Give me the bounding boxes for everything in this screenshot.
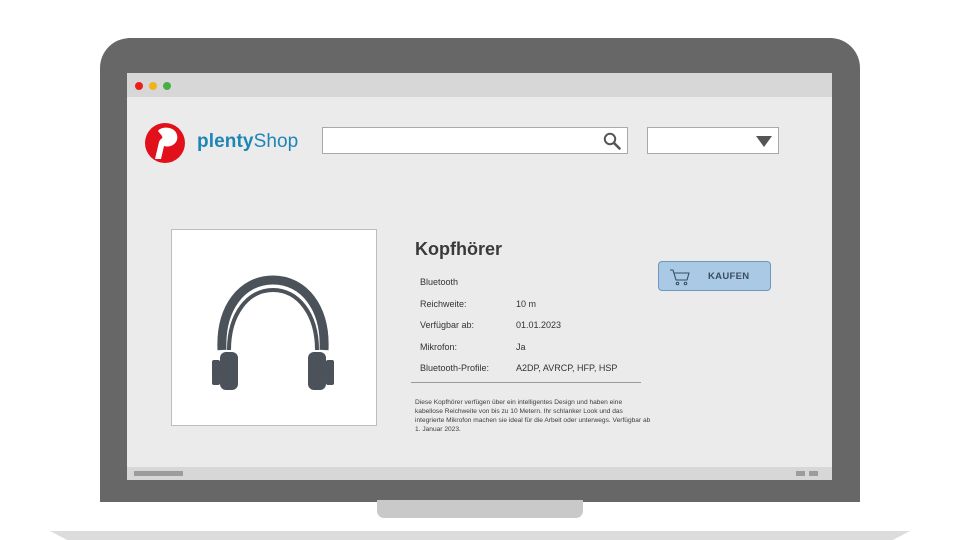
close-window-button[interactable] xyxy=(135,82,143,90)
spec-row: Reichweite: 10 m xyxy=(420,294,650,316)
spec-label: Mikrofon: xyxy=(420,341,458,352)
status-bar xyxy=(127,467,832,480)
status-bar-button[interactable] xyxy=(809,471,818,476)
buy-button-label: KAUFEN xyxy=(708,271,750,282)
laptop-hinge xyxy=(377,500,583,518)
spec-label: Bluetooth-Profile: xyxy=(420,363,490,373)
product-description: Diese Kopfhörer verfügen über ein intell… xyxy=(415,399,651,433)
chevron-down-icon xyxy=(756,136,772,147)
window-titlebar xyxy=(127,73,832,97)
maximize-window-button[interactable] xyxy=(163,82,171,90)
category-select[interactable] xyxy=(647,127,779,154)
product-specs: Bluetooth Reichweite: 10 m Verfügbar ab:… xyxy=(420,272,650,380)
spec-row: Verfügbar ab: 01.01.2023 xyxy=(420,315,650,337)
cart-icon xyxy=(670,269,690,286)
search-icon[interactable] xyxy=(603,132,621,150)
divider xyxy=(411,382,641,383)
spec-label: Verfügbar ab: xyxy=(420,320,475,330)
browser-window: plentyShop Kopfhörer Bluetooth Reichweit… xyxy=(127,73,832,480)
spec-row: Bluetooth-Profile: A2DP, AVRCP, HFP, HSP xyxy=(420,358,650,380)
spec-value: 01.01.2023 xyxy=(516,320,562,330)
spec-label: Bluetooth xyxy=(420,277,459,287)
brand-name-bold: plenty xyxy=(197,131,254,152)
spec-row: Bluetooth xyxy=(420,272,650,294)
spec-value: Ja xyxy=(516,341,526,352)
spec-value: 10 m xyxy=(516,298,537,309)
buy-button[interactable]: KAUFEN xyxy=(658,261,771,291)
product-image[interactable] xyxy=(171,229,377,426)
minimize-window-button[interactable] xyxy=(149,82,157,90)
laptop-base xyxy=(50,531,910,540)
horizontal-scrollbar[interactable] xyxy=(134,471,183,476)
spec-value: A2DP, AVRCP, HFP, HSP xyxy=(516,363,618,373)
headphone-icon xyxy=(212,275,334,390)
product-title: Kopfhörer xyxy=(415,239,502,259)
brand-name-regular: Shop xyxy=(253,131,299,152)
spec-label: Reichweite: xyxy=(420,298,467,309)
search-input[interactable] xyxy=(322,127,628,154)
spec-row: Mikrofon: Ja xyxy=(420,337,650,359)
status-bar-button[interactable] xyxy=(796,471,805,476)
plentyshop-logo-icon[interactable] xyxy=(143,122,187,164)
brand-name[interactable]: plentyShop xyxy=(197,131,298,153)
